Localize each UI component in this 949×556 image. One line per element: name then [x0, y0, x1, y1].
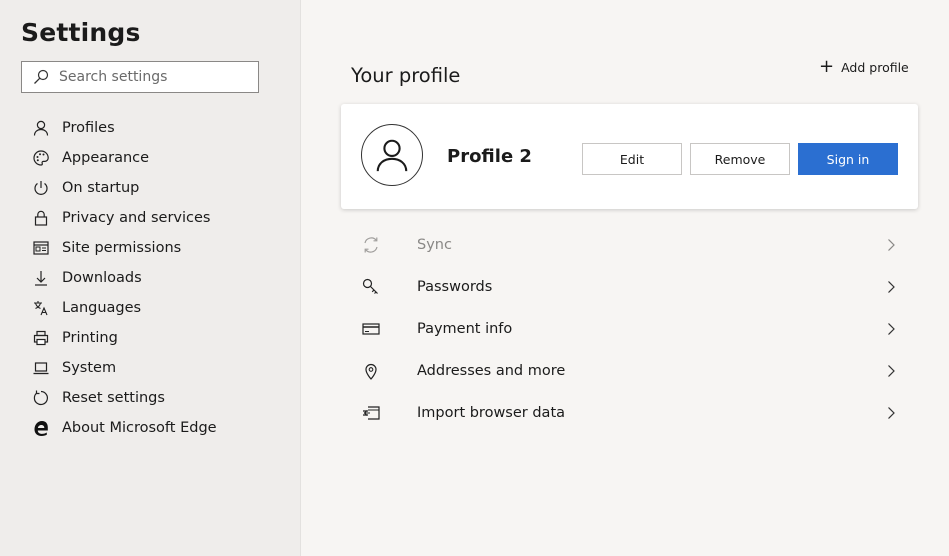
- profile-card: Profile 2 Edit Remove Sign in: [341, 104, 918, 209]
- sidebar-item-label: Appearance: [62, 150, 150, 166]
- profile-name: Profile 2: [447, 146, 532, 167]
- page-title: Settings: [21, 18, 141, 47]
- list-item-label: Import browser data: [417, 405, 566, 421]
- chevron-right-icon: [888, 365, 895, 377]
- sidebar-item-appearance[interactable]: Appearance: [0, 143, 300, 173]
- search-icon: [33, 69, 49, 85]
- sidebar-item-about[interactable]: About Microsoft Edge: [0, 413, 300, 443]
- download-icon: [32, 269, 50, 287]
- list-item-label: Addresses and more: [417, 363, 566, 379]
- plus-icon: +: [819, 56, 835, 77]
- sidebar-item-downloads[interactable]: Downloads: [0, 263, 300, 293]
- sidebar-item-printing[interactable]: Printing: [0, 323, 300, 353]
- add-profile-label: Add profile: [841, 59, 909, 75]
- list-item-label: Payment info: [417, 321, 513, 337]
- list-item-passwords[interactable]: Passwords: [351, 266, 911, 308]
- printer-icon: [32, 329, 50, 347]
- sidebar-item-label: Languages: [62, 300, 142, 316]
- search-box[interactable]: [21, 61, 259, 93]
- lock-icon: [32, 209, 50, 227]
- sidebar-item-site-permissions[interactable]: Site permissions: [0, 233, 300, 263]
- sidebar-item-label: System: [62, 360, 117, 376]
- profile-settings-list: Sync Passwords Payment info Addresses an…: [351, 224, 911, 434]
- search-input[interactable]: [59, 62, 249, 92]
- avatar: [361, 124, 423, 186]
- sidebar-item-label: Site permissions: [62, 240, 182, 256]
- sidebar-item-label: On startup: [62, 180, 140, 196]
- import-icon: [361, 403, 381, 423]
- main-content: Your profile + Add profile Profile 2 Edi…: [301, 0, 949, 556]
- chevron-right-icon: [888, 407, 895, 419]
- list-item-import[interactable]: Import browser data: [351, 392, 911, 434]
- list-item-sync[interactable]: Sync: [351, 224, 911, 266]
- remove-button[interactable]: Remove: [690, 143, 790, 175]
- credit-card-icon: [361, 319, 381, 339]
- sign-in-button[interactable]: Sign in: [798, 143, 898, 175]
- sidebar-nav: Profiles Appearance On startup Privacy a…: [0, 113, 300, 443]
- location-pin-icon: [361, 361, 381, 381]
- list-item-label: Passwords: [417, 279, 493, 295]
- chevron-right-icon: [888, 323, 895, 335]
- person-icon: [376, 139, 408, 172]
- reset-icon: [32, 389, 50, 407]
- sidebar-item-label: Reset settings: [62, 390, 165, 406]
- power-icon: [32, 179, 50, 197]
- sidebar-item-system[interactable]: System: [0, 353, 300, 383]
- sidebar-item-privacy[interactable]: Privacy and services: [0, 203, 300, 233]
- list-item-payment-info[interactable]: Payment info: [351, 308, 911, 350]
- section-heading: Your profile: [351, 64, 461, 87]
- key-icon: [361, 277, 381, 297]
- list-item-addresses[interactable]: Addresses and more: [351, 350, 911, 392]
- laptop-icon: [32, 359, 50, 377]
- edge-logo-icon: [32, 419, 50, 437]
- sidebar-item-label: Printing: [62, 330, 118, 346]
- languages-icon: [32, 299, 50, 317]
- sidebar-item-languages[interactable]: Languages: [0, 293, 300, 323]
- sidebar-item-on-startup[interactable]: On startup: [0, 173, 300, 203]
- sync-icon: [361, 235, 381, 255]
- sidebar: Settings Profiles Appearance On startup …: [0, 0, 301, 556]
- sidebar-item-reset-settings[interactable]: Reset settings: [0, 383, 300, 413]
- person-icon: [32, 119, 50, 137]
- sidebar-item-label: Privacy and services: [62, 210, 211, 226]
- add-profile-button[interactable]: + Add profile: [819, 58, 909, 76]
- edit-button[interactable]: Edit: [582, 143, 682, 175]
- chevron-right-icon: [888, 281, 895, 293]
- sidebar-item-label: Downloads: [62, 270, 142, 286]
- site-permissions-icon: [32, 239, 50, 257]
- sidebar-item-label: Profiles: [62, 120, 115, 136]
- palette-icon: [32, 149, 50, 167]
- sidebar-item-label: About Microsoft Edge: [62, 420, 217, 436]
- list-item-label: Sync: [417, 237, 452, 253]
- sidebar-item-profiles[interactable]: Profiles: [0, 113, 300, 143]
- chevron-right-icon: [888, 239, 895, 251]
